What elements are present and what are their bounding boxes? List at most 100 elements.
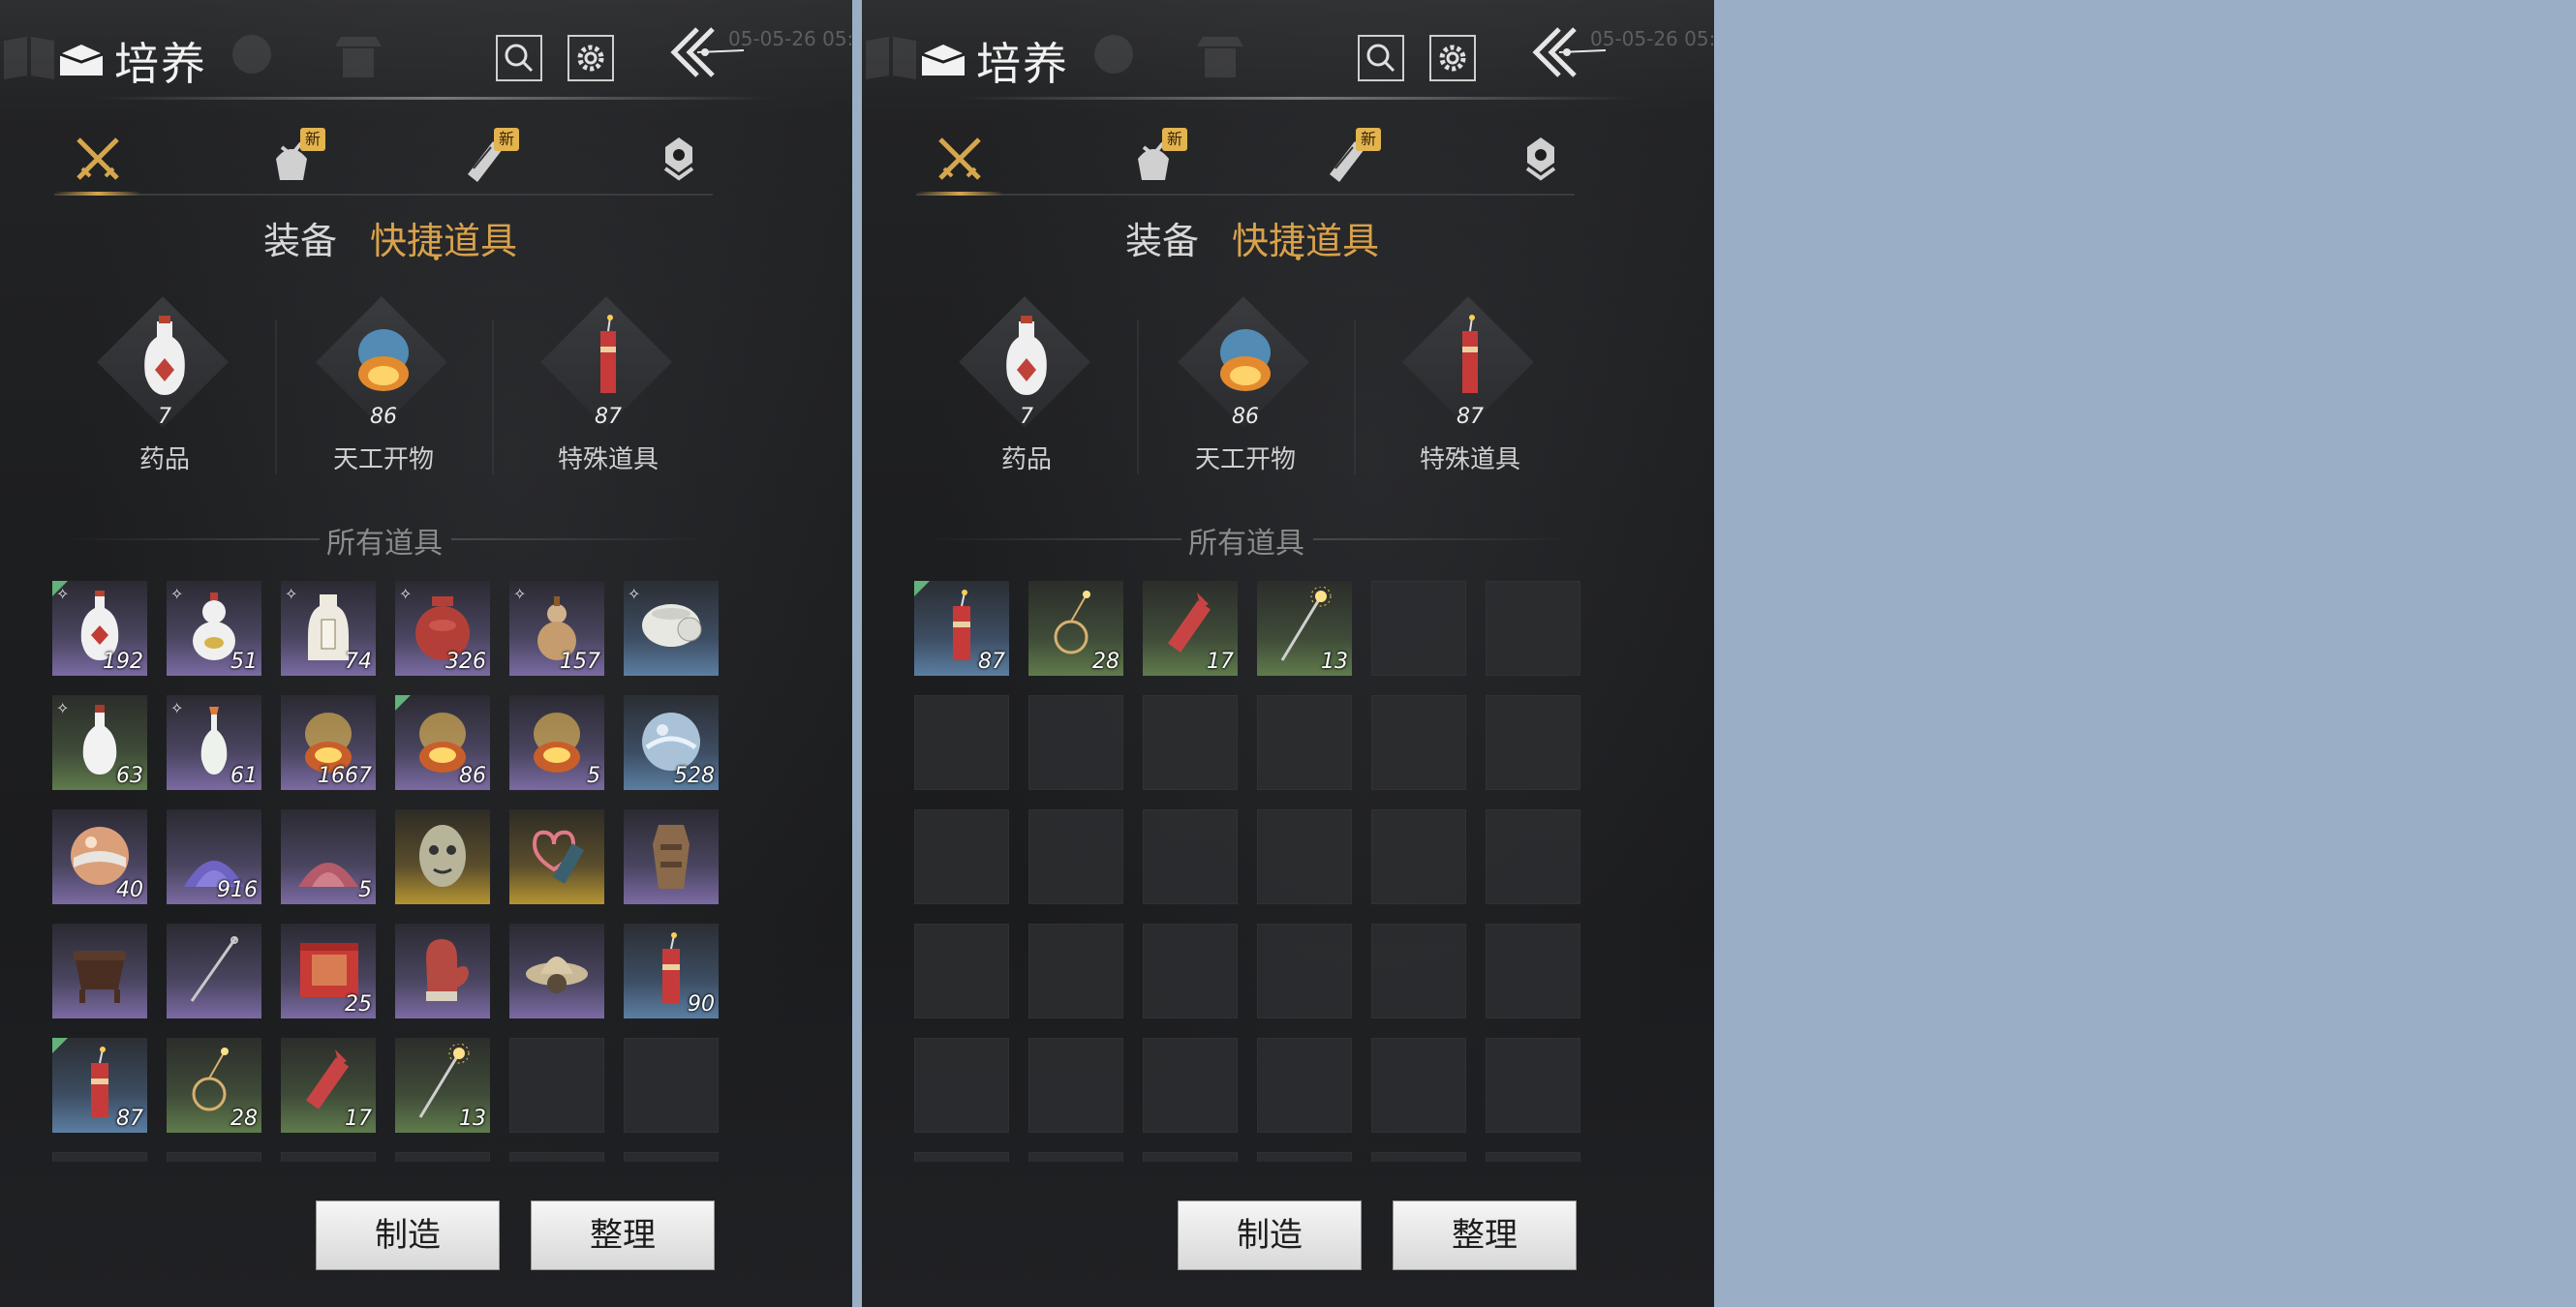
- new-badge: 新: [494, 128, 519, 151]
- craft-button[interactable]: 制造: [1178, 1201, 1362, 1270]
- category-medicine[interactable]: 7 药品: [87, 296, 242, 482]
- new-badge: 新: [1162, 128, 1187, 151]
- item-slot[interactable]: 28: [167, 1038, 261, 1133]
- sort-button[interactable]: 整理: [531, 1201, 715, 1270]
- shrine-icon: [1197, 37, 1243, 77]
- item-count: 1667: [318, 764, 372, 788]
- item-slot[interactable]: 1667: [281, 695, 376, 790]
- category-label: 天工开物: [1194, 445, 1296, 474]
- item-slot[interactable]: 90: [624, 924, 719, 1018]
- tab-gems[interactable]: [1497, 126, 1584, 194]
- new-item-marker: [52, 1038, 68, 1053]
- header-divider: [959, 97, 1637, 100]
- tab-items[interactable]: 新: [1110, 126, 1197, 194]
- item-slot[interactable]: 86: [395, 695, 490, 790]
- mitten-icon: [426, 939, 469, 1001]
- item-count: 13: [459, 1107, 486, 1131]
- empty-slot: [1257, 1038, 1352, 1133]
- item-slot[interactable]: [395, 809, 490, 904]
- item-slot[interactable]: [509, 924, 604, 1018]
- new-badge: 新: [1356, 128, 1381, 151]
- item-slot[interactable]: ✧ 63: [52, 695, 147, 790]
- item-slot[interactable]: ✧ 74: [281, 581, 376, 676]
- item-slot[interactable]: 17: [1143, 581, 1238, 676]
- tab-items[interactable]: 新: [248, 126, 335, 194]
- item-slot[interactable]: ✧ 51: [167, 581, 261, 676]
- search-button[interactable]: [1358, 35, 1404, 81]
- category-special[interactable]: 87 特殊道具: [1393, 296, 1548, 482]
- item-slot[interactable]: 916: [167, 809, 261, 904]
- empty-slot: [167, 1152, 261, 1162]
- item-slot[interactable]: [509, 809, 604, 904]
- header-divider: [97, 97, 775, 100]
- item-slot[interactable]: ✧ 157: [509, 581, 604, 676]
- item-slot[interactable]: 5: [281, 809, 376, 904]
- item-slot[interactable]: 5: [509, 695, 604, 790]
- item-slot[interactable]: 40: [52, 809, 147, 904]
- gem-stack-icon: [1525, 137, 1556, 181]
- header: 培养 05-05-26 05:07:27: [0, 0, 852, 116]
- tabs-divider: [54, 194, 713, 196]
- item-count: 5: [358, 878, 372, 902]
- header: 培养 05-05-26 05:07:27: [862, 0, 1714, 116]
- item-grid: ✧ 192 ✧ 51 ✧ 74 ✧ 326 ✧ 157 ✧ ✧ 63 ✧ 61 1667 86 5 528 40 916…: [52, 581, 721, 1162]
- item-slot[interactable]: 17: [281, 1038, 376, 1133]
- subtab-equipment[interactable]: 装备: [1125, 211, 1199, 264]
- subtab-quick-items[interactable]: 快捷道具: [370, 211, 517, 264]
- item-count: 5: [587, 764, 600, 788]
- empty-slot: [1028, 1038, 1123, 1133]
- item-slot[interactable]: 528: [624, 695, 719, 790]
- item-slot[interactable]: 13: [395, 1038, 490, 1133]
- empty-slot: [1143, 1038, 1238, 1133]
- subtab-equipment[interactable]: 装备: [263, 211, 337, 264]
- item-slot[interactable]: 87: [52, 1038, 147, 1133]
- category-craft[interactable]: 86 天工开物: [306, 296, 461, 482]
- sort-button[interactable]: 整理: [1393, 1201, 1577, 1270]
- tab-equipment[interactable]: [54, 126, 141, 194]
- gear-icon: [1439, 45, 1466, 72]
- category-separator: [275, 319, 277, 474]
- item-count: 528: [674, 764, 715, 788]
- item-slot[interactable]: 87: [914, 581, 1009, 676]
- category-separator: [1354, 319, 1356, 474]
- tab-gems[interactable]: [635, 126, 722, 194]
- tab-scrolls[interactable]: 新: [1303, 126, 1391, 194]
- all-items-title: 所有道具: [326, 527, 443, 561]
- empty-slot: [1371, 809, 1466, 904]
- tab-equipment[interactable]: [916, 126, 1003, 194]
- medicine-bottle-icon: [1006, 316, 1047, 395]
- category-special[interactable]: 87 特殊道具: [531, 296, 686, 482]
- item-slot[interactable]: [167, 924, 261, 1018]
- craft-button[interactable]: 制造: [316, 1201, 500, 1270]
- category-medicine[interactable]: 7 药品: [949, 296, 1104, 482]
- item-slot[interactable]: ✧ 61: [167, 695, 261, 790]
- settings-button[interactable]: [567, 35, 614, 81]
- item-count: 51: [230, 650, 258, 674]
- item-slot[interactable]: 25: [281, 924, 376, 1018]
- item-slot[interactable]: ✧: [624, 581, 719, 676]
- book-icon: [4, 37, 54, 79]
- droplet-sparkle-icon: ✧: [285, 585, 298, 603]
- search-button[interactable]: [496, 35, 542, 81]
- droplet-sparkle-icon: ✧: [628, 585, 641, 603]
- item-slot[interactable]: ✧ 192: [52, 581, 147, 676]
- item-slot[interactable]: 13: [1257, 581, 1352, 676]
- settings-button[interactable]: [1429, 35, 1476, 81]
- empty-slot: [1371, 924, 1466, 1018]
- droplet-sparkle-icon: ✧: [56, 699, 70, 717]
- item-slot[interactable]: ✧ 326: [395, 581, 490, 676]
- item-slot[interactable]: 28: [1028, 581, 1123, 676]
- item-count: 25: [345, 992, 372, 1017]
- item-slot[interactable]: [395, 924, 490, 1018]
- search-icon: [1366, 44, 1395, 73]
- empty-slot: [395, 1152, 490, 1162]
- subtab-quick-items[interactable]: 快捷道具: [1232, 211, 1379, 264]
- item-count: 326: [445, 650, 486, 674]
- tab-scrolls[interactable]: 新: [442, 126, 529, 194]
- category-craft[interactable]: 86 天工开物: [1168, 296, 1323, 482]
- item-count: 17: [345, 1107, 372, 1131]
- item-slot[interactable]: [52, 924, 147, 1018]
- item-slot[interactable]: [624, 809, 719, 904]
- page-title: 培养: [976, 38, 1069, 90]
- empty-slot: [1257, 809, 1352, 904]
